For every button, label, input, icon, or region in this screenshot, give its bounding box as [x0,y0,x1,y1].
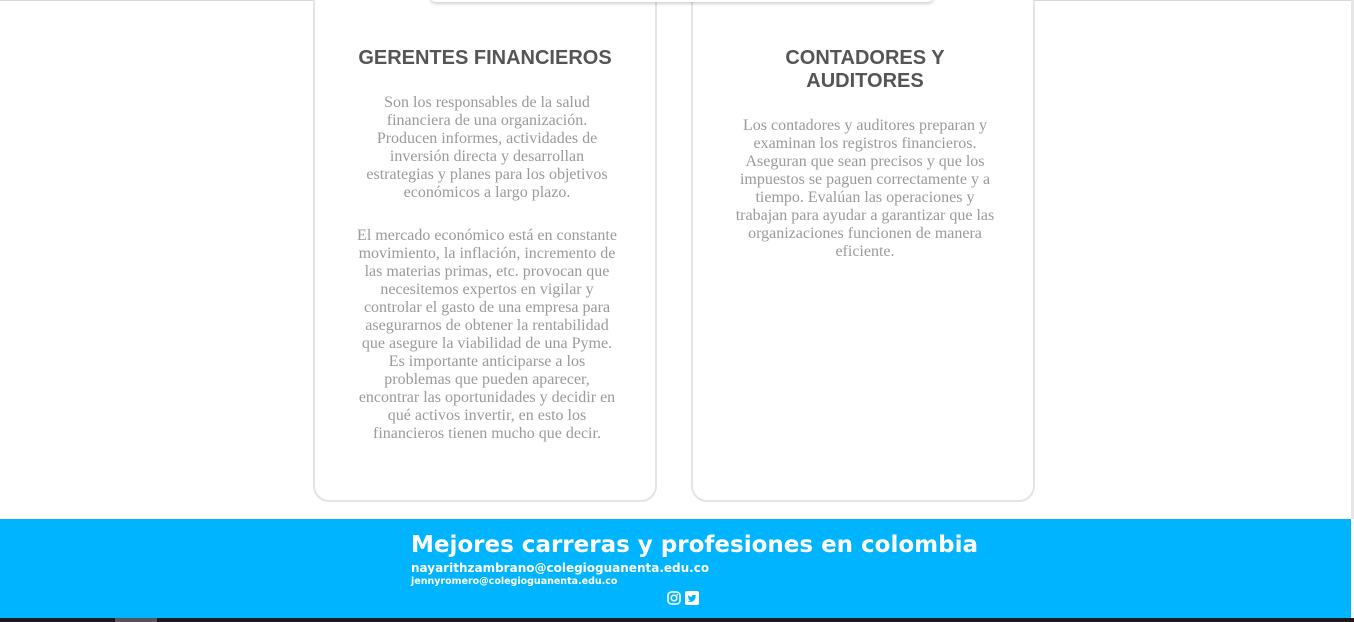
horizontal-scrollbar[interactable] [0,618,1354,622]
footer-email: nayarithzambrano@colegioguanenta.edu.co [411,561,710,575]
social-links [667,590,699,605]
card-contadores-auditores: CONTADORES Y AUDITORES Los contadores y … [691,0,1035,502]
twitter-icon[interactable] [685,590,699,605]
instagram-icon[interactable] [667,590,681,605]
card-title: CONTADORES Y AUDITORES [785,47,945,92]
card-paragraph: Los contadores y auditores preparan y ex… [735,117,995,260]
site-footer: Mejores carreras y profesiones en colomb… [0,519,1351,618]
header-tab-edge [430,0,934,2]
card-gerentes-financieros: GERENTES FINANCIEROS Son los responsable… [313,0,657,502]
footer-email: jennyromero@colegioguanenta.edu.co [411,576,618,587]
card-paragraph: Son los responsables de la salud financi… [366,94,608,201]
card-paragraph: El mercado económico está en constante m… [357,227,617,442]
horizontal-scrollbar-thumb[interactable] [115,618,157,622]
footer-title: Mejores carreras y profesiones en colomb… [411,532,979,558]
card-title: GERENTES FINANCIEROS [358,47,612,69]
